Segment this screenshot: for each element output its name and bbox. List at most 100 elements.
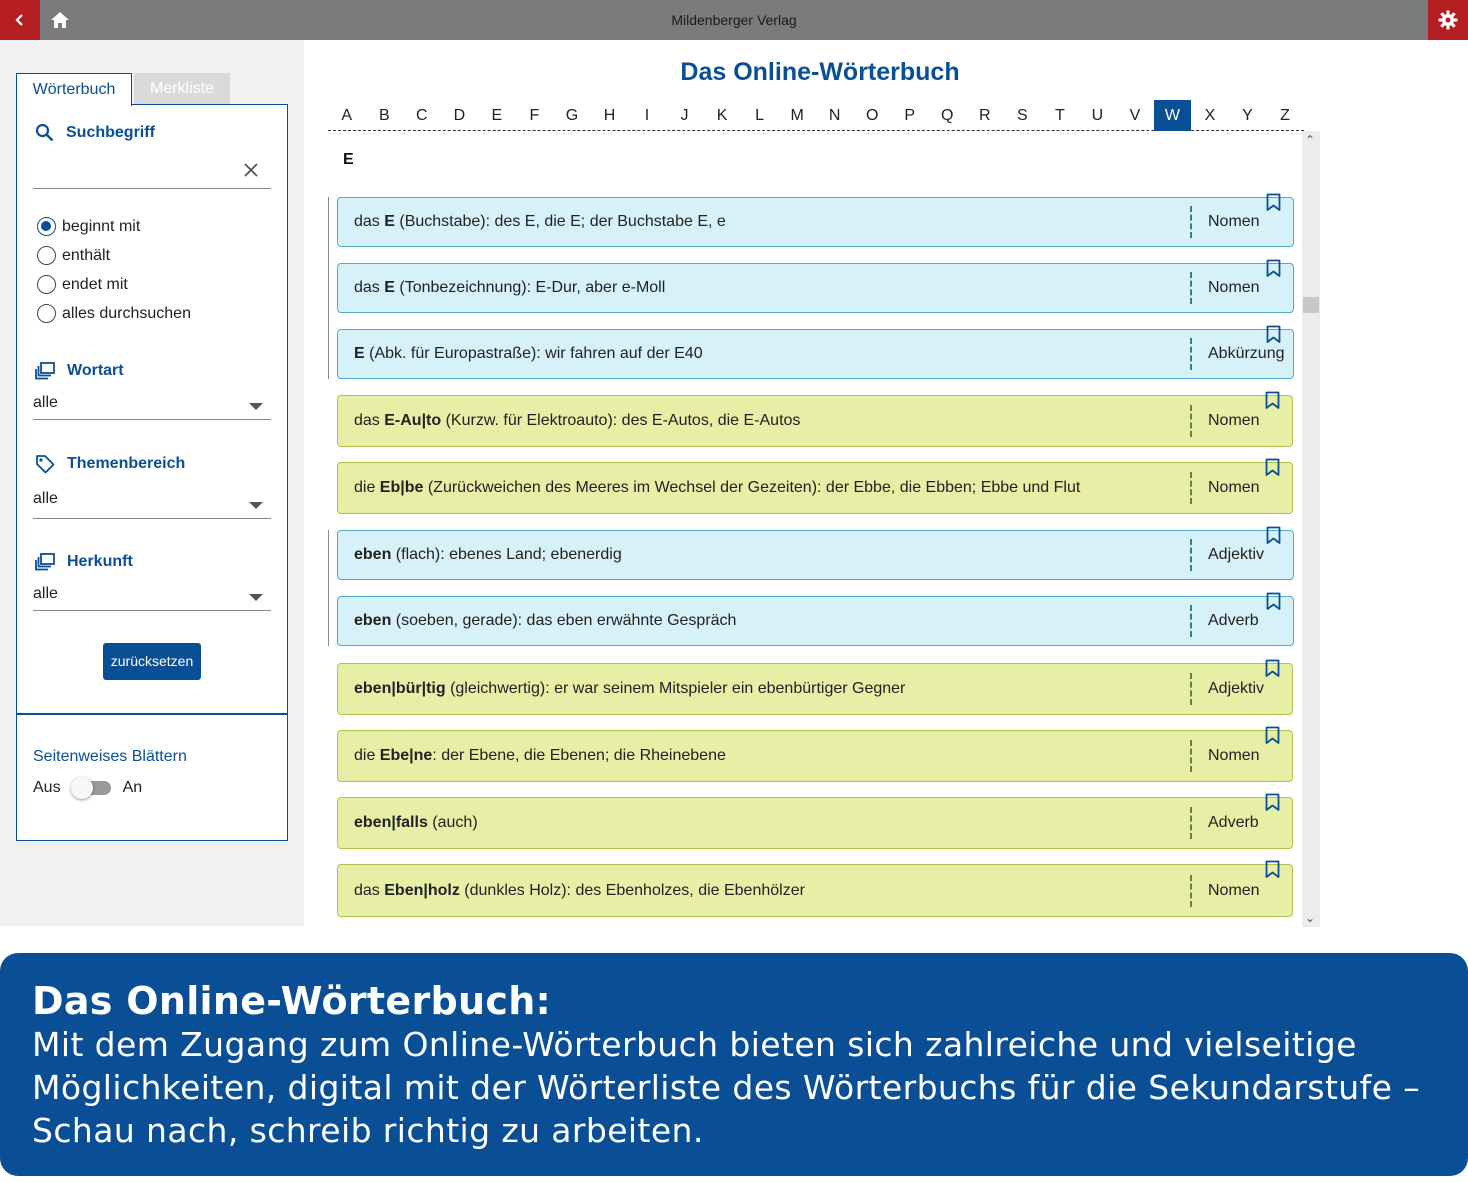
letter-o[interactable]: O [853,100,891,131]
radio-label: beginnt mit [62,217,141,235]
back-button[interactable] [0,0,40,40]
entry-text: das Eben|holz (dunkles Holz): des Ebenho… [354,865,805,916]
home-button[interactable] [40,0,80,40]
letter-x[interactable]: X [1191,100,1229,131]
radio-button[interactable] [37,304,56,323]
filter-panel: Suchbegriff beginnt mit enthält endet mi… [16,104,288,841]
search-icon [35,123,54,142]
letter-q[interactable]: Q [929,100,967,131]
bookmark-icon[interactable] [1265,458,1280,477]
letter-w[interactable]: W [1153,100,1192,131]
entry-separator [1190,272,1192,304]
radio-button[interactable] [37,275,56,294]
reset-button[interactable]: zurücksetzen [103,643,201,680]
tag-icon [36,455,55,474]
letter-a[interactable]: A [328,100,366,131]
bookmark-icon[interactable] [1265,860,1280,879]
entry-word: E [354,345,365,362]
bookmark-icon[interactable] [1265,793,1280,812]
letter-s[interactable]: S [1004,100,1042,131]
letter-n[interactable]: N [816,100,854,131]
letter-g[interactable]: G [553,100,591,131]
radio-beginnt-mit[interactable]: beginnt mit [37,217,140,236]
chevron-left-icon [15,14,23,26]
letter-r[interactable]: R [966,100,1004,131]
bookmark-icon[interactable] [1266,193,1281,212]
scrollbar[interactable]: ⌃ ⌄ [1302,131,1320,927]
entry-separator [1190,875,1192,907]
entry-row[interactable]: das E-Au|to (Kurzw. für Elektroauto): de… [337,391,1293,447]
bookmark-icon[interactable] [1266,259,1281,278]
entry-row[interactable]: eben|bür|tig (gleichwertig): er war sein… [337,659,1293,715]
letter-z[interactable]: Z [1266,100,1304,131]
entry-text: das E-Au|to (Kurzw. für Elektroauto): de… [354,396,800,446]
radio-button[interactable] [37,246,56,265]
tab-merkliste[interactable]: Merkliste [134,73,230,105]
letter-j[interactable]: J [666,100,704,131]
bookmark-icon[interactable] [1266,592,1281,611]
letter-l[interactable]: L [741,100,779,131]
entry-definition: (auch) [427,814,478,831]
settings-button[interactable] [1428,0,1468,40]
letter-t[interactable]: T [1041,100,1079,131]
letter-m[interactable]: M [778,100,816,131]
entry-definition: (gleichwertig): er war seinem Mitspieler… [445,680,906,697]
stack-icon [35,362,55,380]
app-title: Mildenberger Verlag [671,12,797,28]
themenbereich-heading: Themenbereich [35,454,185,474]
letter-u[interactable]: U [1079,100,1117,131]
letter-y[interactable]: Y [1229,100,1267,131]
letter-c[interactable]: C [403,100,441,131]
entry-word-class: Nomen [1208,213,1260,230]
entry-definition: (dunkles Holz): des Ebenholzes, die Eben… [459,882,805,899]
search-underline [33,188,271,189]
entry-row[interactable]: das E (Buchstabe): des E, die E; der Buc… [337,193,1294,247]
search-input[interactable] [33,155,243,183]
entry-row[interactable]: die Eb|be (Zurückweichen des Meeres im W… [337,458,1293,514]
letter-i[interactable]: I [628,100,666,131]
entry-row[interactable]: eben (flach): ebenes Land; ebenerdig Adje… [337,526,1294,580]
letter-b[interactable]: B [366,100,404,131]
bookmark-icon[interactable] [1265,391,1280,410]
wortart-select[interactable]: alle [17,390,287,420]
banner-title: Das Online-Wörterbuch: [32,979,552,1023]
entry-row[interactable]: eben|falls (auch) Adverb [337,793,1293,849]
entry-row[interactable]: das Eben|holz (dunkles Holz): des Ebenho… [337,860,1293,917]
letter-h[interactable]: H [591,100,629,131]
radio-button-checked[interactable] [37,217,56,236]
entry-row[interactable]: die Ebe|ne: der Ebene, die Ebenen; die R… [337,726,1293,782]
entry-word: eben [354,546,392,563]
bookmark-icon[interactable] [1265,726,1280,745]
letter-e[interactable]: E [478,100,516,131]
entry-text: die Ebe|ne: der Ebene, die Ebenen; die R… [354,731,726,781]
toggle-knob[interactable] [70,777,93,799]
entry-text: eben|falls (auch) [354,798,478,848]
letter-k[interactable]: K [703,100,741,131]
entry-article: die [354,479,380,496]
letter-p[interactable]: P [891,100,929,131]
radio-alles-durchsuchen[interactable]: alles durchsuchen [37,304,191,323]
radio-enthaelt[interactable]: enthält [37,246,110,265]
themenbereich-value: alle [33,490,58,507]
letter-f[interactable]: F [516,100,554,131]
bookmark-icon[interactable] [1265,659,1280,678]
letter-d[interactable]: D [441,100,479,131]
radio-endet-mit[interactable]: endet mit [37,275,128,294]
entry-definition: (flach): ebenes Land; ebenerdig [391,546,622,563]
entry-word: eben|falls [354,814,428,831]
entry-word-class: Nomen [1208,747,1260,764]
scrollbar-thumb[interactable] [1303,297,1319,313]
bookmark-icon[interactable] [1266,526,1281,545]
scroll-up-icon[interactable]: ⌃ [1305,133,1315,147]
scroll-down-icon[interactable]: ⌄ [1305,911,1315,925]
entry-row[interactable]: das E (Tonbezeichnung): E-Dur, aber e-Mo… [337,259,1294,313]
clear-search-icon[interactable] [244,163,258,177]
entry-row[interactable]: eben (soeben, gerade): das eben erwähnte… [337,592,1294,646]
themenbereich-select[interactable]: alle [17,486,287,518]
tab-woerterbuch[interactable]: Wörterbuch [16,73,132,106]
entry-row[interactable]: E (Abk. für Europastraße): wir fahren au… [337,325,1294,379]
bookmark-icon[interactable] [1266,325,1281,344]
herkunft-select[interactable]: alle [17,581,287,611]
paging-toggle[interactable] [70,777,111,799]
letter-v[interactable]: V [1116,100,1154,131]
